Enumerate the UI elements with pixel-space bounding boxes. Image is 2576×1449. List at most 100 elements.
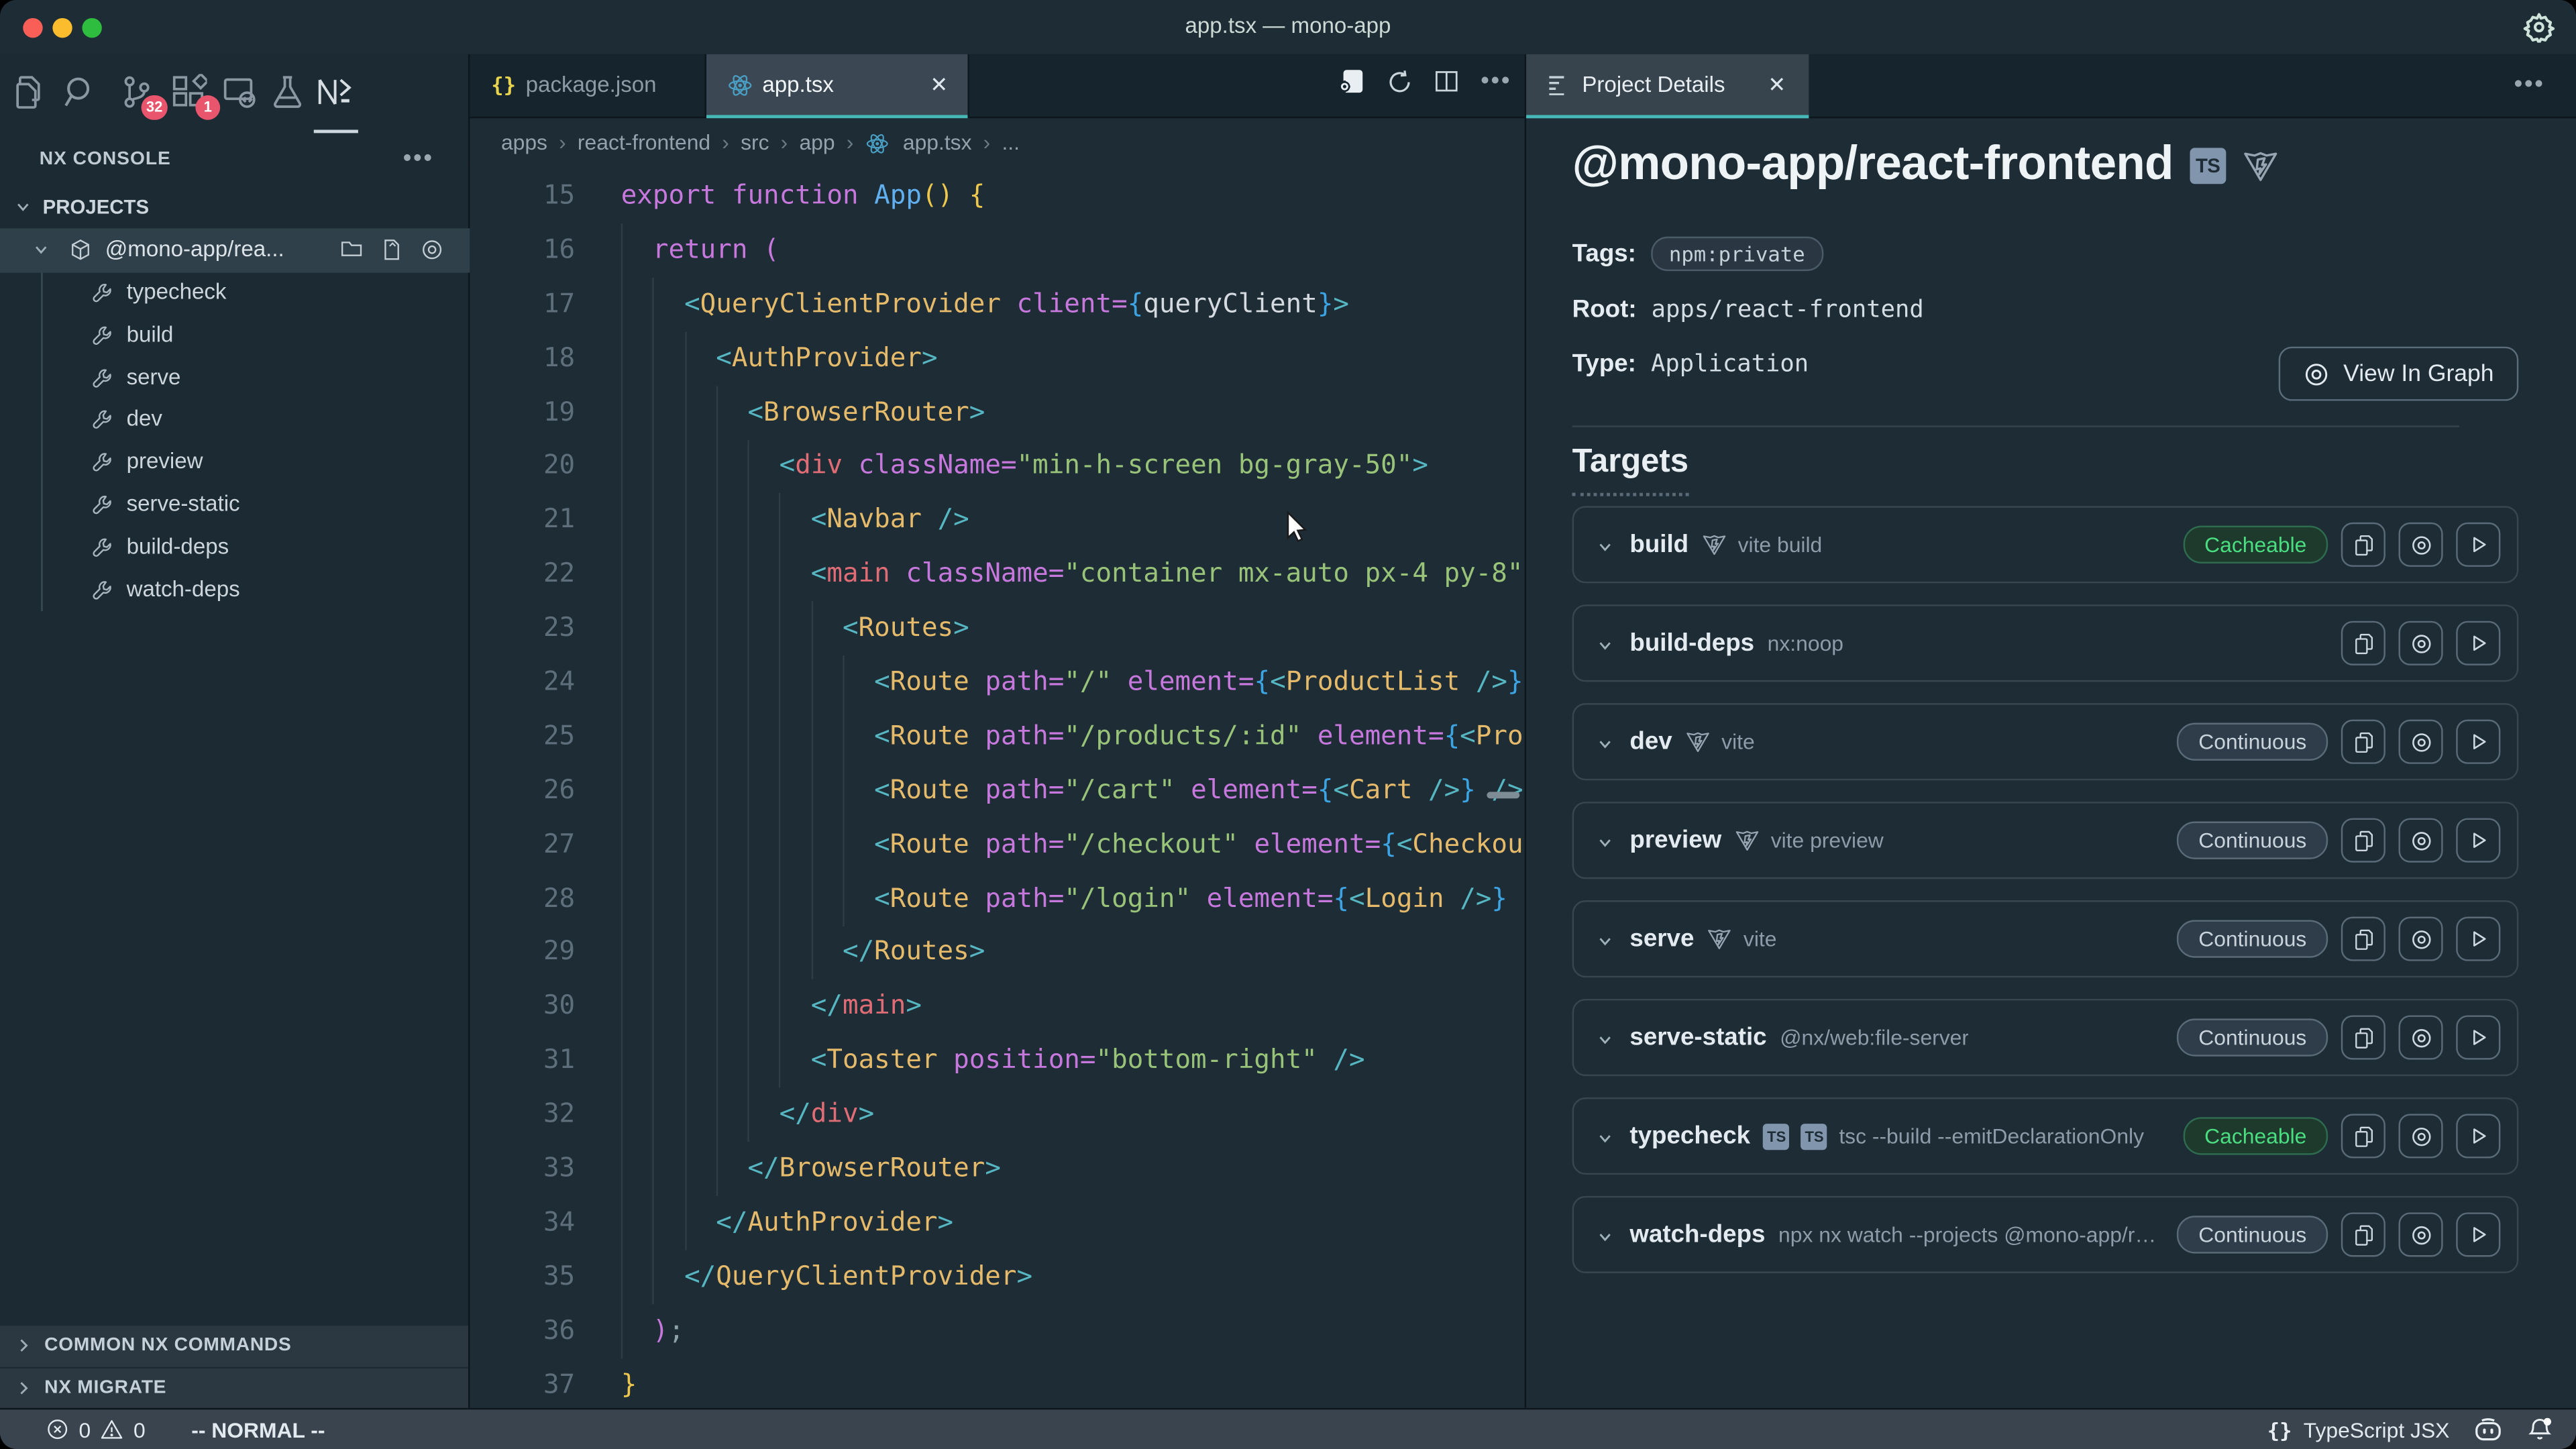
copy-button[interactable] — [2341, 917, 2385, 961]
breadcrumb-item[interactable]: src — [741, 129, 769, 154]
badge-cacheable: Cacheable — [2183, 526, 2328, 564]
view-in-graph-icon[interactable] — [421, 238, 443, 261]
run-target-button[interactable] — [2456, 720, 2500, 764]
target-card-watch-deps[interactable]: watch-depsnpx nx watch --projects @mono-… — [1572, 1196, 2519, 1273]
sidebar-target-dev[interactable]: dev — [0, 400, 470, 442]
run-target-button[interactable] — [2456, 621, 2500, 665]
run-target-button[interactable] — [2456, 917, 2500, 961]
extensions-icon[interactable]: 1 — [171, 74, 211, 113]
sidebar-target-serve-static[interactable]: serve-static — [0, 484, 470, 527]
tab-project-details[interactable]: Project Details ✕ — [1526, 54, 1809, 119]
chevron-down-icon[interactable] — [1597, 735, 1613, 751]
view-in-graph-button[interactable] — [2399, 523, 2443, 567]
target-card-build-deps[interactable]: build-depsnx:noop — [1572, 604, 2519, 682]
code-area[interactable]: 15export function App() {16 return (17 <… — [470, 164, 1524, 1408]
copy-button[interactable] — [2341, 1114, 2385, 1158]
sidebar-target-preview[interactable]: preview — [0, 442, 470, 484]
view-in-graph-button[interactable] — [2399, 720, 2443, 764]
project-targets-list: typecheckbuildservedevpreviewserve-stati… — [0, 273, 470, 612]
breadcrumb-item[interactable]: app.tsx — [903, 129, 972, 154]
target-name: serve-static — [1629, 1024, 1766, 1052]
section-common-nx-commands[interactable]: COMMON NX COMMANDS — [0, 1324, 468, 1366]
breadcrumb-item[interactable]: app — [799, 129, 835, 154]
test-beaker-icon[interactable] — [270, 74, 309, 113]
wrench-icon — [92, 368, 113, 389]
view-in-graph-button[interactable] — [2399, 621, 2443, 665]
search-icon[interactable] — [62, 74, 102, 113]
close-panel-icon[interactable]: ✕ — [1768, 72, 1786, 99]
sidebar-section-projects[interactable]: PROJECTS — [0, 189, 470, 229]
target-card-serve[interactable]: serveviteContinuous — [1572, 900, 2519, 977]
view-in-graph-button[interactable] — [2399, 1212, 2443, 1256]
chevron-down-icon[interactable] — [1597, 834, 1613, 850]
panel-more-icon[interactable]: ••• — [403, 145, 434, 173]
error-count: 0 — [79, 1417, 91, 1442]
run-target-button[interactable] — [2456, 1114, 2500, 1158]
sidebar-target-serve[interactable]: serve — [0, 358, 470, 400]
scrollbar-handle[interactable] — [1487, 792, 1519, 798]
copy-button[interactable] — [2341, 818, 2385, 863]
chevron-down-icon[interactable] — [1597, 1130, 1613, 1146]
view-in-graph-button[interactable] — [2399, 917, 2443, 961]
chevron-down-icon[interactable] — [1597, 637, 1613, 653]
tab-app-tsx[interactable]: app.tsx ✕ — [706, 54, 969, 119]
target-card-typecheck[interactable]: typecheckTSTStsc --build --emitDeclarati… — [1572, 1097, 2519, 1175]
problems-status[interactable]: 0 0 — [0, 1417, 146, 1442]
target-card-serve-static[interactable]: serve-static@nx/web:file-serverContinuou… — [1572, 999, 2519, 1076]
code-line: 36 ); — [470, 1304, 1524, 1358]
breadcrumb-item[interactable]: ... — [1002, 129, 1020, 154]
panel-more-icon[interactable]: ••• — [2514, 70, 2545, 99]
section-nx-migrate[interactable]: NX MIGRATE — [0, 1366, 468, 1407]
sidebar-project-row[interactable]: @mono-app/rea... — [0, 228, 470, 272]
badge-continuous: Continuous — [2177, 821, 2328, 859]
line-number: 22 — [470, 547, 575, 602]
code-text: </BrowserRouter> — [621, 1142, 1001, 1196]
copy-button[interactable] — [2341, 523, 2385, 567]
tab-package-json[interactable]: {} package.json — [470, 54, 706, 119]
open-config-file-icon[interactable] — [381, 238, 402, 261]
run-target-button[interactable] — [2456, 523, 2500, 567]
editor-more-icon[interactable]: ••• — [1481, 67, 1511, 95]
copy-button[interactable] — [2341, 1212, 2385, 1256]
copy-button[interactable] — [2341, 621, 2385, 665]
split-editor-icon[interactable] — [1435, 69, 1460, 94]
copy-button[interactable] — [2341, 720, 2385, 764]
copilot-icon[interactable] — [2474, 1417, 2502, 1442]
remote-explorer-icon[interactable] — [222, 74, 262, 113]
refresh-icon[interactable] — [1387, 68, 1413, 95]
language-selector[interactable]: {} TypeScript JSX — [2267, 1417, 2450, 1442]
target-card-preview[interactable]: previewvite previewContinuous — [1572, 802, 2519, 879]
source-control-icon[interactable]: 32 — [118, 74, 158, 113]
target-card-build[interactable]: buildvite buildCacheable — [1572, 506, 2519, 583]
open-project-details-icon[interactable] — [1338, 67, 1366, 95]
view-in-graph-button[interactable] — [2399, 1015, 2443, 1059]
notifications-bell-icon[interactable] — [2527, 1416, 2553, 1442]
run-target-button[interactable] — [2456, 1015, 2500, 1059]
chevron-down-icon[interactable] — [1597, 932, 1613, 949]
run-target-button[interactable] — [2456, 818, 2500, 863]
code-line: 19 <BrowserRouter> — [470, 385, 1524, 439]
settings-gear-icon[interactable] — [2524, 11, 2555, 43]
sidebar-target-build-deps[interactable]: build-deps — [0, 527, 470, 570]
target-card-dev[interactable]: devviteContinuous — [1572, 703, 2519, 780]
breadcrumb-item[interactable]: react-frontend — [578, 129, 710, 154]
run-target-button[interactable] — [2456, 1212, 2500, 1256]
copy-button[interactable] — [2341, 1015, 2385, 1059]
nx-console-icon[interactable] — [315, 74, 355, 113]
breadcrumb-item[interactable]: apps — [501, 129, 547, 154]
view-in-graph-button[interactable]: View In Graph — [2279, 347, 2519, 401]
chevron-down-icon[interactable] — [1597, 1031, 1613, 1047]
target-actions: Continuous — [2177, 1015, 2500, 1059]
target-actions — [2341, 621, 2501, 665]
explorer-icon[interactable] — [10, 74, 50, 113]
chevron-down-icon[interactable] — [1597, 538, 1613, 554]
sidebar-target-watch-deps[interactable]: watch-deps — [0, 570, 470, 612]
close-tab-icon[interactable]: ✕ — [930, 72, 948, 99]
reveal-folder-icon[interactable] — [340, 238, 363, 261]
sidebar-target-typecheck[interactable]: typecheck — [0, 273, 470, 315]
target-actions: Cacheable — [2183, 1114, 2500, 1158]
chevron-down-icon[interactable] — [1597, 1228, 1613, 1244]
sidebar-target-build[interactable]: build — [0, 315, 470, 358]
view-in-graph-button[interactable] — [2399, 1114, 2443, 1158]
view-in-graph-button[interactable] — [2399, 818, 2443, 863]
